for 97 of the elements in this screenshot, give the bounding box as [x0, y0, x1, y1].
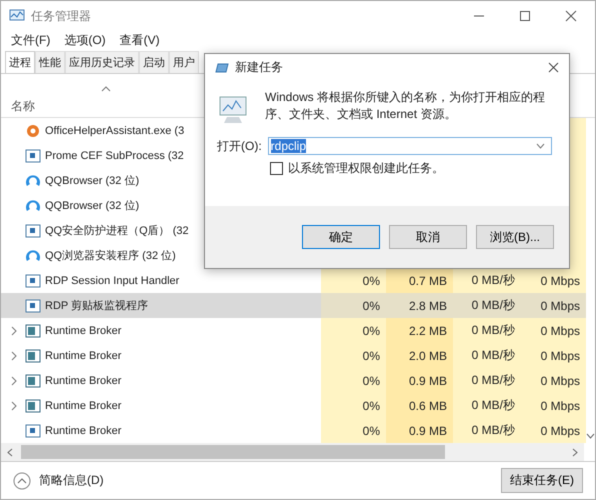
dialog-button[interactable]: 确定 [302, 225, 380, 249]
collapse-icon[interactable] [13, 472, 31, 490]
process-name: Runtime Broker [45, 374, 122, 386]
window-icon [25, 324, 41, 338]
maximize-icon[interactable] [519, 10, 531, 22]
dropdown-caret-icon[interactable] [536, 143, 545, 149]
process-row[interactable]: Runtime Broker 0% 2.0 MB 0 MB/秒 0 Mbps [1, 343, 586, 368]
process-name: Runtime Broker [45, 350, 122, 362]
tab[interactable]: 启动 [139, 51, 169, 73]
tab[interactable]: 性能 [35, 51, 65, 73]
disk-value: 0 MB/秒 [472, 422, 515, 439]
process-name: QQBrowser (32 位) [45, 199, 140, 213]
memory-value: 2.2 MB [408, 324, 447, 338]
network-value: 0 Mbps [540, 374, 580, 388]
process-name: Runtime Broker [45, 324, 122, 336]
browser-icon [25, 172, 41, 188]
process-row[interactable]: Runtime Broker 0% 0.9 MB 0 MB/秒 0 Mbps [1, 418, 586, 443]
process-name: QQ浏览器安装程序 (32 位) [45, 248, 176, 263]
expand-chevron-icon[interactable] [11, 350, 17, 360]
window-icon [25, 398, 41, 412]
disk-value: 0 MB/秒 [472, 347, 515, 364]
tab[interactable]: 用户 [169, 51, 199, 73]
menu-item[interactable]: 选项(O) [64, 32, 106, 48]
disk-value: 0 MB/秒 [472, 372, 515, 389]
tab[interactable]: 应用历史记录 [65, 51, 139, 73]
close-icon[interactable] [548, 62, 559, 73]
memory-value: 2.8 MB [408, 298, 447, 312]
app-icon [9, 9, 25, 23]
window-title: 任务管理器 [31, 8, 91, 24]
disk-value: 0 MB/秒 [472, 397, 515, 414]
browser-icon [25, 198, 41, 214]
window-icon [25, 224, 41, 238]
close-icon[interactable] [565, 10, 577, 22]
menu-item[interactable]: 文件(F) [11, 32, 50, 48]
dialog-message: Windows 将根据你所键入的名称，为你打开相应的程序、文件夹、文档或 Internet 资源。 [265, 89, 546, 123]
memory-value: 0.6 MB [408, 398, 447, 412]
open-label: 打开(O): [217, 138, 262, 154]
process-name: QQ安全防护进程（Q盾） (32 [45, 224, 189, 238]
process-name: QQBrowser (32 位) [45, 174, 140, 188]
process-name: Prome CEF SubProcess (32 [45, 150, 184, 162]
dialog-button[interactable]: 取消 [389, 225, 467, 249]
process-name: RDP Session Input Handler [45, 274, 180, 286]
memory-value: 0.9 MB [408, 424, 447, 438]
column-header[interactable]: 名称 [11, 98, 35, 115]
cpu-value: 0% [362, 274, 380, 288]
window-icon [25, 298, 41, 312]
cpu-value: 0% [362, 424, 380, 438]
browser-icon [25, 248, 41, 264]
disk-value: 0 MB/秒 [472, 297, 515, 314]
scrollbar-thumb[interactable] [21, 445, 445, 459]
cpu-value: 0% [362, 324, 380, 338]
cpu-value: 0% [362, 348, 380, 362]
admin-checkbox[interactable] [270, 162, 283, 175]
window-icon [25, 148, 41, 162]
process-row[interactable]: RDP Session Input Handler 0% 0.7 MB 0 MB/秒 0 Mbps [1, 268, 586, 293]
window-icon [25, 424, 41, 438]
disk-value: 0 MB/秒 [472, 322, 515, 339]
window-icon [25, 348, 41, 362]
process-row[interactable]: Runtime Broker 0% 0.6 MB 0 MB/秒 0 Mbps [1, 393, 586, 418]
horizontal-scrollbar[interactable] [1, 443, 584, 461]
expand-chevron-icon[interactable] [11, 400, 17, 410]
scroll-left-icon[interactable] [7, 448, 13, 456]
cpu-value: 0% [362, 398, 380, 412]
dialog-title: 新建任务 [235, 59, 283, 76]
process-name: Runtime Broker [45, 400, 122, 412]
end-task-button[interactable]: 结束任务(E) [501, 468, 583, 493]
tab[interactable]: 进程 [5, 51, 35, 73]
memory-value: 2.0 MB [408, 348, 447, 362]
network-value: 0 Mbps [540, 348, 580, 362]
network-value: 0 Mbps [540, 324, 580, 338]
process-row[interactable]: Runtime Broker 0% 2.2 MB 0 MB/秒 0 Mbps [1, 318, 586, 343]
network-value: 0 Mbps [540, 274, 580, 288]
process-name: Runtime Broker [45, 424, 122, 436]
process-name: RDP 剪贴板监视程序 [45, 298, 148, 313]
disk-value: 0 MB/秒 [472, 272, 515, 289]
dialog-button[interactable]: 浏览(B)... [476, 225, 554, 249]
process-name: OfficeHelperAssistant.exe (3 [45, 124, 184, 136]
memory-value: 0.7 MB [408, 274, 447, 288]
dialog-icon [215, 62, 229, 72]
cpu-value: 0% [362, 374, 380, 388]
network-value: 0 Mbps [540, 424, 580, 438]
expand-chevron-icon[interactable] [11, 376, 17, 386]
scroll-right-icon[interactable] [572, 448, 578, 456]
window-icon [25, 374, 41, 388]
window-icon [25, 274, 41, 288]
menu-item[interactable]: 查看(V) [120, 32, 160, 48]
scroll-down-icon[interactable] [586, 433, 595, 439]
sort-caret-icon[interactable] [101, 86, 111, 92]
cpu-value: 0% [362, 298, 380, 312]
network-value: 0 Mbps [540, 298, 580, 312]
details-toggle[interactable]: 简略信息(D) [39, 472, 104, 489]
memory-value: 0.9 MB [408, 374, 447, 388]
command-combobox[interactable]: rdpclip [268, 137, 552, 155]
expand-chevron-icon[interactable] [11, 326, 17, 336]
network-value: 0 Mbps [540, 398, 580, 412]
process-row[interactable]: Runtime Broker 0% 0.9 MB 0 MB/秒 0 Mbps [1, 368, 586, 393]
checkbox-label: 以系统管理权限创建此任务。 [288, 160, 444, 177]
